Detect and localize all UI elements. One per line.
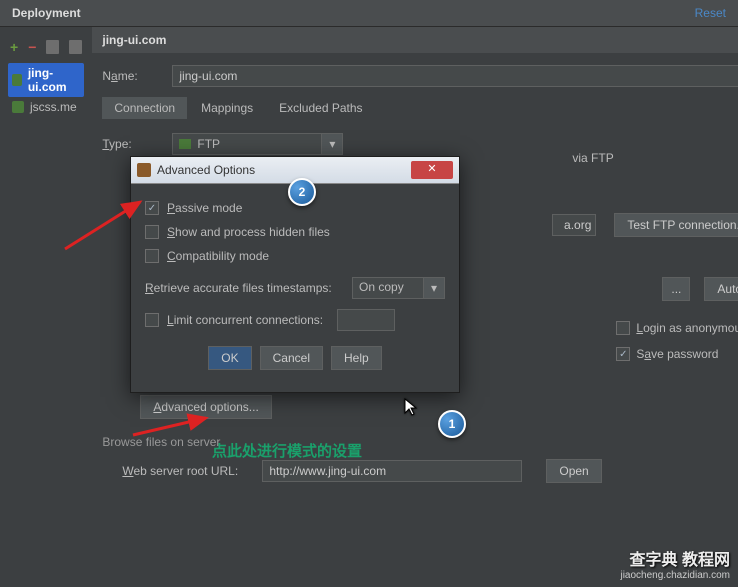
type-value: FTP (197, 137, 220, 151)
type-select[interactable]: FTP (172, 133, 322, 155)
sidebar-item-label: jscss.me (30, 100, 77, 114)
anon-label: Login as anonymous (636, 321, 738, 335)
annotation-badge-1: 1 (438, 410, 466, 438)
watermark-sub: jiaocheng.chazidian.com (620, 570, 730, 581)
sidebar-toolbar: + − (8, 35, 84, 63)
tab-mappings[interactable]: Mappings (189, 97, 265, 119)
hidden-files-checkbox[interactable]: Show and process hidden files (145, 220, 445, 244)
help-button[interactable]: Help (331, 346, 382, 370)
savepw-checkbox[interactable]: Save password (616, 347, 718, 361)
savepw-label: Save password (636, 347, 718, 361)
server-icon (12, 101, 24, 113)
dialog-title: Advanced Options (157, 163, 255, 177)
checkbox-icon (616, 347, 630, 361)
tab-bar: Connection Mappings Excluded Paths (92, 93, 738, 119)
webroot-input[interactable] (262, 460, 522, 482)
checkbox-icon (145, 201, 159, 215)
host-suffix: a.org (552, 214, 596, 236)
panel-title: jing-ui.com (92, 27, 738, 53)
copy-icon[interactable] (46, 40, 59, 54)
browse-button[interactable]: ... (662, 277, 690, 301)
close-icon[interactable]: ✕ (411, 161, 453, 179)
ftp-icon (179, 139, 191, 149)
checkbox-icon (145, 225, 159, 239)
dialog-icon (137, 163, 151, 177)
tab-excluded[interactable]: Excluded Paths (267, 97, 374, 119)
name-label: Name: (102, 69, 162, 83)
hidden-label: Show and process hidden files (167, 225, 330, 239)
compat-label: Compatibility mode (167, 249, 269, 263)
sidebar-item-jscss[interactable]: jscss.me (8, 97, 84, 117)
sidebar-item-jing-ui[interactable]: jing-ui.com (8, 63, 84, 97)
checkbox-icon (145, 249, 159, 263)
open-button[interactable]: Open (546, 459, 601, 483)
header-bar: Deployment Reset (0, 0, 738, 27)
name-input[interactable] (172, 65, 738, 87)
server-icon (12, 74, 22, 86)
remove-icon[interactable]: − (28, 39, 36, 55)
passive-label: Passive mode (167, 201, 242, 215)
browse-section-title: Browse files on server (92, 425, 738, 453)
ok-button[interactable]: OK (208, 346, 251, 370)
via-text: via FTP (572, 151, 613, 165)
reset-link[interactable]: Reset (695, 6, 726, 20)
limit-input[interactable] (337, 309, 395, 331)
retrieve-select[interactable]: On copy (352, 277, 424, 299)
chevron-down-icon[interactable]: ▾ (321, 133, 343, 155)
watermark: 查字典 教程网 jiaocheng.chazidian.com (620, 546, 730, 581)
webroot-label: Web server root URL: (122, 464, 252, 478)
watermark-main: 查字典 教程网 (620, 546, 730, 570)
cancel-button[interactable]: Cancel (260, 346, 323, 370)
header-title: Deployment (12, 6, 81, 20)
paste-icon[interactable] (69, 40, 82, 54)
annotation-text: 点此处进行模式的设置 (212, 440, 362, 461)
advanced-options-button[interactable]: Advanced options... (140, 395, 271, 419)
checkbox-icon (616, 321, 630, 335)
sidebar-item-label: jing-ui.com (28, 66, 81, 94)
retrieve-label: Retrieve accurate files timestamps: (145, 281, 332, 295)
type-label: Type: (102, 137, 162, 151)
autodetect-button[interactable]: Autodetect (704, 277, 738, 301)
tab-connection[interactable]: Connection (102, 97, 187, 119)
test-ftp-button[interactable]: Test FTP connection... (614, 213, 738, 237)
chevron-down-icon[interactable]: ▾ (423, 277, 445, 299)
sidebar: + − jing-ui.com jscss.me (0, 27, 92, 586)
annotation-badge-2: 2 (288, 178, 316, 206)
compat-mode-checkbox[interactable]: Compatibility mode (145, 244, 445, 268)
limit-label: Limit concurrent connections: (167, 313, 323, 327)
add-icon[interactable]: + (10, 39, 18, 55)
checkbox-icon (145, 313, 159, 327)
anonymous-checkbox[interactable]: Login as anonymous (616, 321, 738, 335)
